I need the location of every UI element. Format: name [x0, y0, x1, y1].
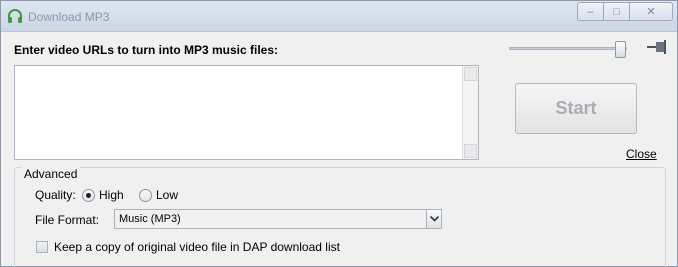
scroll-down-arrow[interactable]	[464, 144, 477, 158]
close-window-button[interactable]: ✕	[629, 2, 673, 21]
file-format-value: Music (MP3)	[119, 213, 181, 225]
maximize-button[interactable]: □	[603, 2, 629, 21]
opacity-slider-thumb[interactable]	[615, 41, 626, 58]
client-area: Enter video URLs to turn into MP3 music …	[1, 33, 677, 267]
window-title: Download MP3	[28, 10, 110, 24]
keep-copy-label[interactable]: Keep a copy of original video file in DA…	[54, 240, 340, 254]
url-textarea[interactable]	[14, 65, 479, 160]
close-icon: ✕	[646, 6, 656, 18]
file-format-select[interactable]: Music (MP3)	[114, 209, 442, 229]
keep-copy-checkbox[interactable]	[36, 241, 48, 253]
vertical-scrollbar[interactable]	[462, 66, 478, 159]
url-prompt-label: Enter video URLs to turn into MP3 music …	[14, 43, 279, 57]
file-format-label: File Format:	[35, 213, 100, 227]
minimize-icon: –	[587, 5, 594, 18]
quality-label: Quality:	[35, 188, 76, 202]
opacity-slider-track[interactable]	[509, 47, 627, 50]
quality-low-radio[interactable]	[139, 189, 152, 202]
dropdown-button[interactable]	[426, 210, 441, 228]
quality-low-label[interactable]: Low	[156, 188, 178, 202]
minimize-button[interactable]: –	[577, 2, 603, 21]
chevron-down-icon	[429, 216, 439, 222]
window-controls: – □ ✕	[577, 2, 673, 21]
quality-high-label[interactable]: High	[99, 188, 124, 202]
scroll-up-arrow[interactable]	[464, 67, 477, 81]
start-button[interactable]: Start	[515, 83, 637, 134]
title-bar[interactable]: Download MP3 – □ ✕	[1, 1, 677, 32]
quality-high-radio[interactable]	[82, 189, 95, 202]
maximize-icon: □	[613, 5, 620, 18]
advanced-legend: Advanced	[21, 167, 81, 181]
pin-icon[interactable]	[646, 39, 668, 55]
headphones-icon	[8, 9, 22, 23]
download-mp3-window: Download MP3 – □ ✕ Enter video URLs to t…	[0, 0, 678, 267]
close-link[interactable]: Close	[626, 147, 657, 161]
